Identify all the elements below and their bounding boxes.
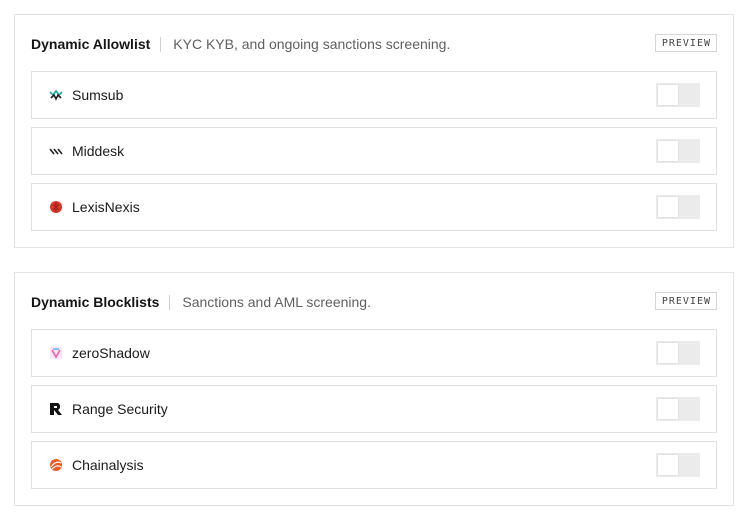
dynamic-allowlist-panel: Dynamic Allowlist KYC KYB, and ongoing s… <box>14 14 734 248</box>
sumsub-icon <box>49 88 63 102</box>
integration-row-sumsub: Sumsub <box>31 71 717 119</box>
integration-row-chainalysis: Chainalysis <box>31 441 717 489</box>
blocklist-items: zeroShadow Range Security Chainalysis <box>31 329 717 497</box>
integration-name: Middesk <box>72 143 125 159</box>
allowlist-title: Dynamic Allowlist <box>31 36 151 52</box>
blocklist-header: Dynamic Blocklists Sanctions and AML scr… <box>31 291 717 313</box>
header-divider <box>160 36 162 52</box>
zeroshadow-toggle[interactable] <box>656 341 700 365</box>
middesk-icon <box>49 144 63 158</box>
integration-name: Chainalysis <box>72 457 144 473</box>
dynamic-blocklists-panel: Dynamic Blocklists Sanctions and AML scr… <box>14 272 734 506</box>
allowlist-items: Sumsub Middesk LexisNexis <box>31 71 717 239</box>
integration-row-lexisnexis: LexisNexis <box>31 183 717 231</box>
blocklist-title: Dynamic Blocklists <box>31 294 160 310</box>
sumsub-toggle[interactable] <box>656 83 700 107</box>
zeroshadow-icon <box>49 346 63 360</box>
integration-name: zeroShadow <box>72 345 150 361</box>
lexisnexis-toggle[interactable] <box>656 195 700 219</box>
toggle-knob <box>658 197 678 217</box>
blocklist-subtitle: Sanctions and AML screening. <box>182 294 371 310</box>
toggle-knob <box>658 455 678 475</box>
range-security-toggle[interactable] <box>656 397 700 421</box>
preview-badge: PREVIEW <box>654 34 717 52</box>
lexisnexis-icon <box>49 200 63 214</box>
integration-name: LexisNexis <box>72 199 140 215</box>
integration-name: Range Security <box>72 401 168 417</box>
toggle-knob <box>658 141 678 161</box>
range-security-icon <box>49 402 63 416</box>
preview-badge: PREVIEW <box>654 292 717 310</box>
integration-row-zeroshadow: zeroShadow <box>31 329 717 377</box>
integration-row-range-security: Range Security <box>31 385 717 433</box>
integration-name: Sumsub <box>72 87 124 103</box>
allowlist-header: Dynamic Allowlist KYC KYB, and ongoing s… <box>31 33 717 55</box>
toggle-knob <box>658 343 678 363</box>
allowlist-subtitle: KYC KYB, and ongoing sanctions screening… <box>173 36 451 52</box>
chainalysis-toggle[interactable] <box>656 453 700 477</box>
header-divider <box>169 294 171 310</box>
middesk-toggle[interactable] <box>656 139 700 163</box>
toggle-knob <box>658 85 678 105</box>
toggle-knob <box>658 399 678 419</box>
integration-row-middesk: Middesk <box>31 127 717 175</box>
chainalysis-icon <box>49 458 63 472</box>
